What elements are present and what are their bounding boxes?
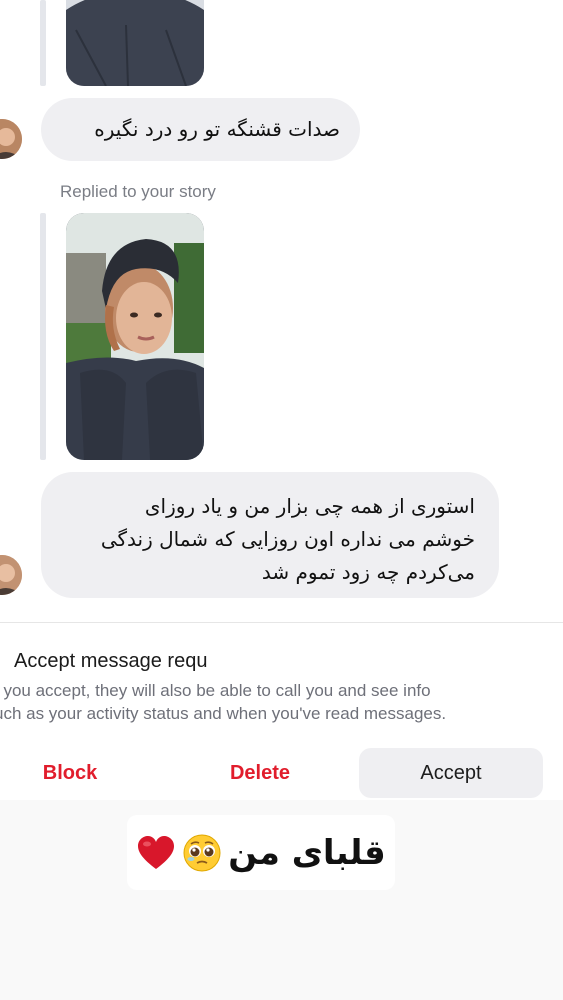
info-line: uch as your activity status and when you…: [0, 704, 447, 723]
caption-text: قلبای من: [228, 832, 386, 873]
block-button[interactable]: Block: [10, 748, 130, 798]
message-bubble[interactable]: صدات قشنگه تو رو درد نگیره: [41, 98, 360, 161]
sender-avatar[interactable]: [0, 119, 22, 159]
message-text-line: استوری از همه چی بزار من و یاد روزای: [144, 494, 475, 518]
accept-button[interactable]: Accept: [359, 748, 543, 798]
chat-screen: صدات قشنگه تو رو درد نگیره Replied to yo…: [0, 0, 563, 800]
red-heart-icon: [138, 835, 175, 869]
message-text-line: خوشم می نداره اون روزایی که شمال زندگی: [100, 527, 475, 551]
request-info-text: f you accept, they will also be able to …: [0, 679, 554, 725]
story-photo: [66, 0, 204, 86]
message-text: صدات قشنگه تو رو درد نگیره: [94, 117, 340, 141]
story-quote-bar: [40, 0, 46, 86]
story-photo: [66, 213, 204, 460]
pleading-face-icon: [183, 834, 221, 871]
story-quote-bar: [40, 213, 46, 460]
message-bubble[interactable]: استوری از همه چی بزار من و یاد روزای خوش…: [41, 472, 499, 598]
info-line: f you accept, they will also be able to …: [0, 681, 431, 700]
replied-to-story-label: Replied to your story: [60, 182, 216, 201]
delete-button[interactable]: Delete: [200, 748, 320, 798]
story-thumbnail[interactable]: [66, 213, 204, 460]
accept-request-title: Accept message requ: [14, 650, 208, 672]
caption-sticker: قلبای من: [127, 815, 395, 890]
sender-avatar[interactable]: [0, 555, 22, 595]
divider: [0, 622, 563, 623]
redaction-scribble: [258, 634, 533, 674]
message-text-line: می‌کردم چه زود تموم شد: [261, 560, 475, 584]
story-thumbnail[interactable]: [66, 0, 204, 86]
